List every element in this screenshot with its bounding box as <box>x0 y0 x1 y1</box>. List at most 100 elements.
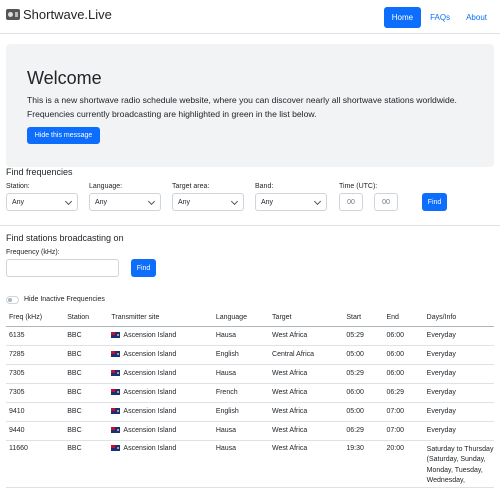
cell-site: Ascension Island <box>108 402 213 422</box>
table-row[interactable]: 7285 BBC Ascension Island English Centra… <box>6 345 494 365</box>
find-stations-button[interactable]: Find <box>131 259 156 277</box>
cell-end: 06:29 <box>383 383 424 403</box>
cell-target: West Africa <box>269 421 344 441</box>
frequency-input[interactable] <box>6 259 119 277</box>
site-name: Ascension Island <box>123 444 177 452</box>
table-row[interactable]: 6135 BBC Ascension Island Hausa West Afr… <box>6 326 494 346</box>
radio-icon <box>6 9 20 20</box>
site-name: Ascension Island <box>123 370 177 377</box>
station-select[interactable]: Any <box>6 193 78 211</box>
table-row[interactable]: 7305 BBC Ascension Island French West Af… <box>6 383 494 403</box>
time-minutes-input[interactable]: 00 <box>374 193 398 211</box>
cell-days: Everyday <box>423 402 494 422</box>
cell-end: 06:00 <box>383 364 424 384</box>
col-station: Station <box>64 309 109 327</box>
brand-name: Shortwave.Live <box>23 7 112 22</box>
cell-language: Hausa <box>212 326 270 346</box>
table-row[interactable]: 7305 BBC Ascension Island Hausa West Afr… <box>6 364 494 384</box>
cell-end: 07:00 <box>383 402 424 422</box>
cell-language: Hausa <box>212 440 270 488</box>
target-area-select-value: Any <box>178 198 191 206</box>
cell-end: 06:00 <box>383 326 424 346</box>
cell-language: English <box>212 402 270 422</box>
welcome-title: Welcome <box>27 68 102 88</box>
cell-freq: 9440 <box>6 421 65 441</box>
table-row[interactable]: 9410 BBC Ascension Island English West A… <box>6 402 494 422</box>
language-select[interactable]: Any <box>89 193 161 211</box>
flag-icon <box>111 332 121 338</box>
find-frequencies-title: Find frequencies <box>6 167 73 177</box>
col-language: Language <box>212 309 270 327</box>
station-select-value: Any <box>12 198 25 206</box>
flag-icon <box>111 370 121 376</box>
language-select-value: Any <box>95 198 108 206</box>
welcome-banner: Welcome This is a new shortwave radio sc… <box>6 44 494 167</box>
language-label: Language: <box>89 183 123 190</box>
hide-inactive-toggle[interactable] <box>6 296 19 304</box>
cell-days: Saturday to Thursday (Saturday, Sunday, … <box>423 440 494 488</box>
cell-target: West Africa <box>269 440 344 488</box>
col-start: Start <box>343 309 384 327</box>
target-area-select[interactable]: Any <box>172 193 244 211</box>
time-hours-input[interactable]: 00 <box>339 193 363 211</box>
station-label: Station: <box>6 183 30 190</box>
cell-site: Ascension Island <box>108 421 213 441</box>
chevron-down-icon <box>64 197 73 206</box>
nav-about-link[interactable]: About <box>459 7 494 28</box>
welcome-text: This is a new shortwave radio schedule w… <box>27 95 457 119</box>
col-target: Target <box>269 309 344 327</box>
col-end: End <box>383 309 424 327</box>
table-row[interactable]: 11660 BBC Ascension Island Hausa West Af… <box>6 440 494 488</box>
cell-target: Central Africa <box>269 345 344 365</box>
cell-end: 20:00 <box>383 440 424 488</box>
flag-icon <box>111 408 121 414</box>
nav-home-link[interactable]: Home <box>383 7 422 28</box>
cell-site: Ascension Island <box>108 383 213 403</box>
site-name: Ascension Island <box>123 389 177 396</box>
cell-station: BBC <box>64 421 109 441</box>
target-area-label: Target area: <box>172 183 210 190</box>
cell-start: 05:29 <box>343 364 384 384</box>
flag-icon <box>111 389 121 395</box>
cell-start: 05:00 <box>343 345 384 365</box>
band-select[interactable]: Any <box>255 193 327 211</box>
cell-days: Everyday <box>423 364 494 384</box>
brand-link[interactable]: Shortwave.Live <box>6 7 112 22</box>
cell-language: Hausa <box>212 421 270 441</box>
nav-menu: Home FAQs About <box>382 7 494 28</box>
col-freq: Freq (kHz) <box>6 309 65 327</box>
cell-days: Everyday <box>423 326 494 346</box>
cell-station: BBC <box>64 326 109 346</box>
section-divider <box>0 225 500 226</box>
navbar: Shortwave.Live Home FAQs About <box>0 0 500 34</box>
cell-target: West Africa <box>269 364 344 384</box>
flag-icon <box>111 351 121 357</box>
hide-message-button[interactable]: Hide this message <box>27 127 100 144</box>
find-frequencies-button[interactable]: Find <box>422 193 447 211</box>
cell-start: 05:00 <box>343 402 384 422</box>
cell-station: BBC <box>64 383 109 403</box>
cell-station: BBC <box>64 345 109 365</box>
frequency-label: Frequency (kHz): <box>6 249 60 256</box>
cell-freq: 7305 <box>6 364 65 384</box>
cell-site: Ascension Island <box>108 345 213 365</box>
cell-freq: 9410 <box>6 402 65 422</box>
cell-start: 19:30 <box>343 440 384 488</box>
cell-freq: 7285 <box>6 345 65 365</box>
cell-start: 06:00 <box>343 383 384 403</box>
cell-station: BBC <box>64 364 109 384</box>
cell-freq: 11660 <box>6 440 65 488</box>
cell-station: BBC <box>64 402 109 422</box>
cell-end: 07:00 <box>383 421 424 441</box>
cell-start: 05:29 <box>343 326 384 346</box>
hide-inactive-label: Hide Inactive Frequencies <box>24 296 105 303</box>
site-name: Ascension Island <box>123 332 177 339</box>
cell-start: 06:29 <box>343 421 384 441</box>
chevron-down-icon <box>313 197 322 206</box>
nav-faqs-link[interactable]: FAQs <box>423 7 457 28</box>
site-name: Ascension Island <box>123 427 177 434</box>
time-label: Time (UTC): <box>339 183 378 190</box>
table-row[interactable]: 9440 BBC Ascension Island Hausa West Afr… <box>6 421 494 441</box>
cell-freq: 7305 <box>6 383 65 403</box>
cell-days: Everyday <box>423 383 494 403</box>
